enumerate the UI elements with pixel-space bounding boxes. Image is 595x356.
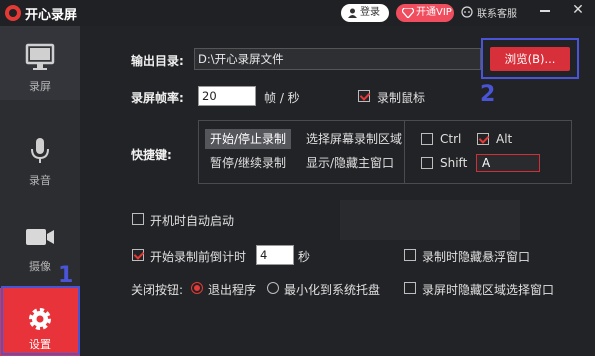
app-title: 开心录屏: [25, 8, 78, 23]
fps-label: 录屏帧率:: [131, 91, 184, 105]
countdown-checkbox[interactable]: [132, 249, 144, 261]
sidebar-item-label: 录音: [29, 174, 51, 187]
monitor-icon: [25, 43, 55, 70]
autostart-label: 开机时自动启动: [150, 214, 235, 228]
ctrl-label: Ctrl: [440, 132, 462, 146]
close-minimize-radio[interactable]: [267, 282, 279, 294]
close-icon[interactable]: ✕: [570, 2, 586, 18]
hotkey-action-select-area[interactable]: 选择屏幕录制区域: [301, 129, 407, 149]
close-button-label: 关闭按钮:: [131, 283, 184, 297]
blurred-region: [340, 200, 520, 240]
annotation-box-1: [1, 286, 80, 355]
contact-label: 联系客服: [477, 9, 517, 20]
hide-float-window-label: 录制时隐藏悬浮窗口: [422, 250, 531, 264]
output-dir-label: 输出目录:: [131, 54, 184, 68]
sidebar-item-record-audio[interactable]: 录音: [0, 120, 80, 194]
annotation-number-1: 1: [58, 263, 74, 288]
browse-button[interactable]: 浏览(B)...: [490, 47, 570, 71]
alt-checkbox[interactable]: [477, 133, 489, 145]
login-button[interactable]: 登录: [341, 4, 389, 22]
countdown-input[interactable]: 4: [256, 245, 294, 265]
contact-service-link[interactable]: 联系客服: [461, 5, 517, 20]
sidebar-item-label: 录屏: [29, 80, 51, 93]
minimize-icon[interactable]: [540, 10, 550, 12]
hotkey-key-input[interactable]: A: [476, 154, 540, 172]
vip-label: 开通VIP: [416, 7, 452, 18]
support-icon: [461, 6, 473, 18]
app-logo-icon: [5, 5, 21, 21]
diamond-icon: [402, 8, 414, 18]
shift-checkbox[interactable]: [421, 157, 433, 169]
close-exit-label: 退出程序: [208, 283, 257, 297]
hotkey-action-start-stop[interactable]: 开始/停止录制: [205, 129, 292, 149]
fps-unit: 帧 / 秒: [264, 91, 300, 105]
title-bar: 开心录屏 登录 开通VIP 联系客服 ✕: [0, 0, 595, 26]
user-icon: [348, 8, 357, 18]
login-label: 登录: [360, 7, 380, 18]
shift-label: Shift: [440, 156, 468, 170]
output-dir-input[interactable]: D:\开心录屏文件: [194, 48, 481, 70]
vip-button[interactable]: 开通VIP: [396, 4, 454, 22]
record-mouse-label: 录制鼠标: [377, 91, 426, 105]
countdown-unit: 秒: [298, 250, 311, 264]
sidebar-item-record-screen[interactable]: 录屏: [0, 26, 80, 100]
countdown-label: 开始录制前倒计时: [150, 250, 247, 264]
camera-icon: [26, 229, 54, 245]
hide-region-window-label: 录屏时隐藏区域选择窗口: [422, 283, 555, 297]
microphone-icon: [31, 138, 49, 163]
alt-label: Alt: [496, 132, 513, 146]
hide-float-window-checkbox[interactable]: [404, 249, 416, 261]
fps-input[interactable]: 20: [198, 86, 256, 106]
hide-region-window-checkbox[interactable]: [404, 282, 416, 294]
autostart-checkbox[interactable]: [132, 213, 144, 225]
close-minimize-label: 最小化到系统托盘: [284, 283, 381, 297]
annotation-number-2: 2: [480, 82, 496, 107]
hotkey-label: 快捷键:: [131, 148, 172, 162]
hotkey-action-toggle-window[interactable]: 显示/隐藏主窗口: [301, 153, 399, 173]
close-exit-radio[interactable]: [191, 282, 203, 294]
ctrl-checkbox[interactable]: [421, 133, 433, 145]
hotkey-action-pause-resume[interactable]: 暂停/继续录制: [205, 153, 291, 173]
record-mouse-checkbox[interactable]: [358, 90, 370, 102]
